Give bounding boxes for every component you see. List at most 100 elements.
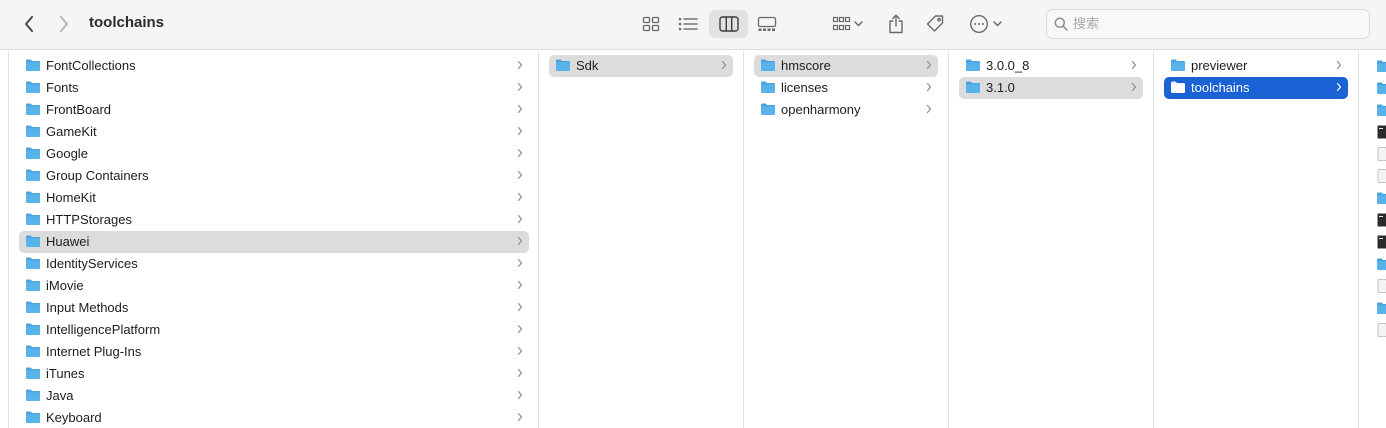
folder-icon[interactable] bbox=[1376, 257, 1386, 271]
item-name: Java bbox=[46, 388, 74, 403]
folder-icon bbox=[26, 323, 40, 335]
search-input[interactable] bbox=[1073, 15, 1353, 33]
terminal-file-icon[interactable] bbox=[1376, 213, 1386, 227]
item-name: Huawei bbox=[46, 234, 90, 249]
tag-icon bbox=[926, 15, 944, 32]
list-view-button[interactable] bbox=[674, 10, 702, 38]
list-item[interactable]: 3.0.0_8 bbox=[959, 55, 1143, 77]
item-name: Group Containers bbox=[46, 168, 149, 183]
folder-icon bbox=[1171, 59, 1185, 71]
list-item[interactable]: previewer bbox=[1164, 55, 1348, 77]
folder-icon bbox=[26, 125, 40, 137]
item-name: Keyboard bbox=[46, 410, 102, 425]
folder-icon bbox=[26, 169, 40, 181]
folder-icon bbox=[1171, 81, 1185, 93]
item-name: iTunes bbox=[46, 366, 85, 381]
document-icon[interactable] bbox=[1376, 279, 1386, 293]
folder-icon bbox=[966, 59, 980, 71]
chevron-right-icon bbox=[517, 60, 523, 70]
list-item[interactable]: Group Containers bbox=[19, 165, 529, 187]
list-item[interactable]: Huawei bbox=[19, 231, 529, 253]
column-1: FontCollections Fonts FrontBoard GameKit Goo… bbox=[8, 51, 539, 428]
group-by-button[interactable] bbox=[826, 10, 868, 38]
terminal-file-icon[interactable] bbox=[1376, 125, 1386, 139]
list-item[interactable]: toolchains bbox=[1164, 77, 1348, 99]
column-view-icon bbox=[718, 16, 739, 32]
list-item[interactable]: Sdk bbox=[549, 55, 733, 77]
list-item[interactable]: IdentityServices bbox=[19, 253, 529, 275]
item-name: FontCollections bbox=[46, 58, 136, 73]
folder-icon[interactable] bbox=[1376, 59, 1386, 73]
icon-view-button[interactable] bbox=[637, 10, 665, 38]
document-icon[interactable] bbox=[1376, 147, 1386, 161]
icon-view-icon bbox=[642, 16, 660, 32]
document-icon[interactable] bbox=[1376, 169, 1386, 183]
column-5: previewer toolchains bbox=[1154, 51, 1359, 428]
list-item[interactable]: openharmony bbox=[754, 99, 938, 121]
list-item[interactable]: Fonts bbox=[19, 77, 529, 99]
item-name: GameKit bbox=[46, 124, 97, 139]
chevron-right-icon bbox=[926, 104, 932, 114]
back-button[interactable] bbox=[18, 10, 40, 38]
chevron-right-icon bbox=[517, 346, 523, 356]
chevron-right-icon bbox=[517, 148, 523, 158]
gallery-view-button[interactable] bbox=[753, 10, 781, 38]
toolbar: toolchains bbox=[0, 0, 1386, 50]
group-by-icon bbox=[832, 16, 850, 31]
share-button[interactable] bbox=[882, 10, 910, 38]
more-actions-button[interactable] bbox=[964, 10, 1006, 38]
list-item[interactable]: GameKit bbox=[19, 121, 529, 143]
list-item[interactable]: IntelligencePlatform bbox=[19, 319, 529, 341]
chevron-right-icon bbox=[1336, 60, 1342, 70]
folder-icon[interactable] bbox=[1376, 191, 1386, 205]
list-item[interactable]: hmscore bbox=[754, 55, 938, 77]
list-item[interactable]: HTTPStorages bbox=[19, 209, 529, 231]
list-item[interactable]: FrontBoard bbox=[19, 99, 529, 121]
chevron-right-icon bbox=[1336, 82, 1342, 92]
item-name: hmscore bbox=[781, 58, 831, 73]
tag-button[interactable] bbox=[920, 10, 950, 38]
item-name: 3.0.0_8 bbox=[986, 58, 1030, 73]
folder-icon[interactable] bbox=[1376, 301, 1386, 315]
terminal-file-icon[interactable] bbox=[1376, 235, 1386, 249]
list-item[interactable]: licenses bbox=[754, 77, 938, 99]
folder-icon bbox=[26, 191, 40, 203]
folder-icon bbox=[26, 411, 40, 423]
gallery-view-icon bbox=[757, 16, 777, 31]
column-view-button[interactable] bbox=[709, 10, 748, 38]
list-item[interactable]: Input Methods bbox=[19, 297, 529, 319]
forward-button[interactable] bbox=[53, 10, 75, 38]
list-item[interactable]: Internet Plug-Ins bbox=[19, 341, 529, 363]
folder-icon bbox=[26, 389, 40, 401]
item-name: Input Methods bbox=[46, 300, 129, 315]
chevron-right-icon bbox=[517, 170, 523, 180]
item-name: toolchains bbox=[1191, 80, 1250, 95]
folder-icon bbox=[26, 147, 40, 159]
chevron-right-icon bbox=[1131, 60, 1137, 70]
chevron-right-icon bbox=[517, 324, 523, 334]
column-6-partial bbox=[1359, 51, 1386, 428]
list-item[interactable]: Keyboard bbox=[19, 407, 529, 428]
list-item[interactable]: iTunes bbox=[19, 363, 529, 385]
list-item[interactable]: Java bbox=[19, 385, 529, 407]
list-item[interactable]: HomeKit bbox=[19, 187, 529, 209]
list-item[interactable]: 3.1.0 bbox=[959, 77, 1143, 99]
chevron-left-icon bbox=[25, 16, 33, 32]
list-item[interactable]: iMovie bbox=[19, 275, 529, 297]
item-name: 3.1.0 bbox=[986, 80, 1015, 95]
chevron-right-icon bbox=[517, 280, 523, 290]
chevron-right-icon bbox=[517, 104, 523, 114]
folder-icon bbox=[761, 81, 775, 93]
item-name: Sdk bbox=[576, 58, 599, 73]
list-item[interactable]: Google bbox=[19, 143, 529, 165]
folder-icon bbox=[26, 103, 40, 115]
item-name: HTTPStorages bbox=[46, 212, 132, 227]
document-icon[interactable] bbox=[1376, 323, 1386, 337]
item-name: FrontBoard bbox=[46, 102, 112, 117]
chevron-right-icon bbox=[926, 60, 932, 70]
folder-icon[interactable] bbox=[1376, 81, 1386, 95]
item-name: HomeKit bbox=[46, 190, 96, 205]
list-item[interactable]: FontCollections bbox=[19, 55, 529, 77]
folder-icon[interactable] bbox=[1376, 103, 1386, 117]
search-field[interactable] bbox=[1046, 9, 1370, 39]
